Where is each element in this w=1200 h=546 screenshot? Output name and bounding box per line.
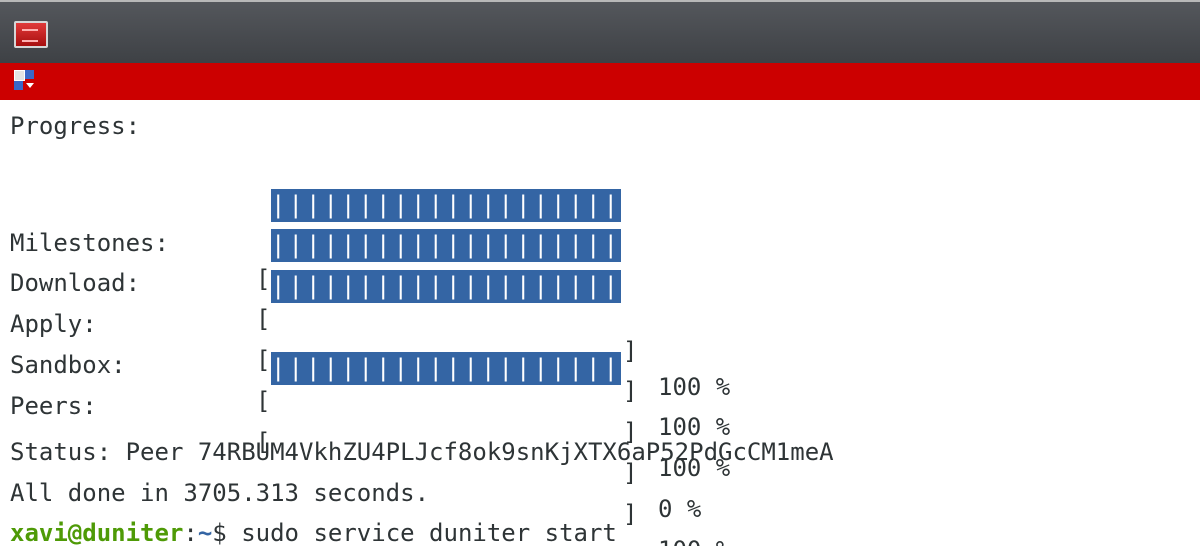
- progress-bar: [271, 311, 621, 344]
- progress-bar-ticks: ||||||||||||||||||||: [271, 354, 621, 382]
- progress-row-peers: Peers: [ |||||||||||||||||||| ] 100 %: [0, 352, 800, 546]
- prompt-path: ~: [197, 519, 213, 546]
- progress-percent: 0 %: [658, 495, 702, 523]
- progress-bar-ticks: ||||||||||||||||||||: [271, 231, 621, 259]
- progress-bar: ||||||||||||||||||||: [271, 189, 621, 222]
- menu-icon-arrow: [26, 83, 34, 88]
- terminal-window: Progress: Milestones: [ ||||||||||||||||…: [0, 0, 1200, 546]
- progress-bar: ||||||||||||||||||||: [271, 270, 621, 303]
- bar-bracket-close: ]: [623, 500, 638, 528]
- title-bar[interactable]: [0, 0, 1200, 63]
- progress-bar-ticks: ||||||||||||||||||||: [271, 191, 621, 219]
- menu-icon-square: [14, 81, 23, 90]
- menu-icon-square: [25, 70, 34, 79]
- progress-bar: ||||||||||||||||||||: [271, 229, 621, 262]
- prompt-command: sudo service duniter start: [226, 519, 617, 546]
- prompt-user-host: xavi@duniter: [10, 519, 184, 546]
- terminal-output[interactable]: Progress: Milestones: [ ||||||||||||||||…: [0, 100, 1200, 546]
- command-prompt[interactable]: xavi@duniter:~$ sudo service duniter sta…: [10, 515, 617, 546]
- status-line: Status: Peer 74RBUM4VkhZU4PLJcf8ok9snKjX…: [10, 438, 834, 466]
- progress-bar: ||||||||||||||||||||: [271, 352, 621, 385]
- progress-row-milestones: Milestones: [ |||||||||||||||||||| ] 100…: [0, 189, 800, 401]
- done-line: All done in 3705.313 seconds.: [10, 479, 430, 507]
- prompt-symbol: $: [212, 519, 227, 546]
- menu-icon-square: [14, 70, 25, 81]
- menu-bar: [0, 63, 1200, 100]
- window-menu-icon[interactable]: [14, 70, 36, 92]
- bar-bracket-open: [: [256, 387, 271, 415]
- progress-percent: 100 %: [658, 532, 730, 546]
- progress-row-apply: Apply: [ |||||||||||||||||||| ] 100 %: [0, 270, 800, 482]
- progress-bar-ticks: [271, 311, 621, 344]
- prompt-separator: :: [183, 519, 198, 546]
- progress-label: Peers:: [10, 392, 97, 420]
- progress-row-download: Download: [ |||||||||||||||||||| ] 100 %: [0, 229, 800, 441]
- progress-row-sandbox: Sandbox: [ ] 0 %: [0, 311, 800, 523]
- terminal-app-icon[interactable]: [14, 21, 48, 48]
- progress-bar-ticks: ||||||||||||||||||||: [271, 272, 621, 300]
- progress-heading: Progress:: [10, 112, 141, 140]
